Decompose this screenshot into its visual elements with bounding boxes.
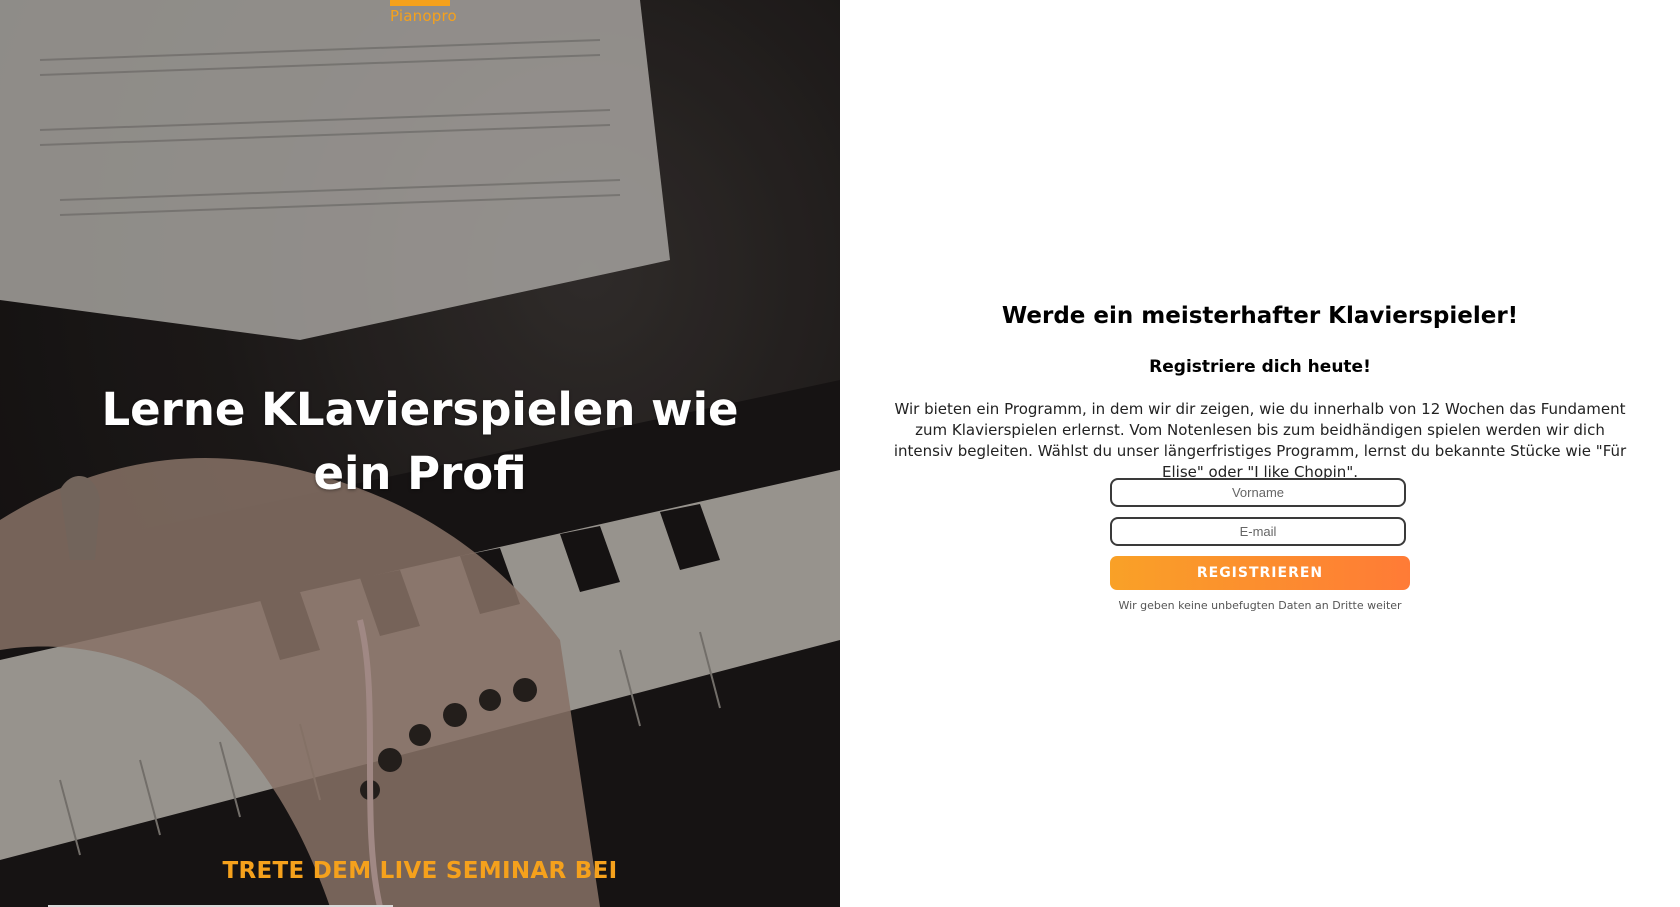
- register-button[interactable]: REGISTRIEREN: [1110, 556, 1410, 590]
- hero-panel: Pianopro Lerne KLavierspielen wie ein Pr…: [0, 0, 840, 907]
- firstname-input[interactable]: [1110, 478, 1406, 507]
- live-seminar-link[interactable]: TRETE DEM LIVE SEMINAR BEI: [0, 858, 840, 884]
- brand-logo[interactable]: Pianopro: [390, 7, 457, 25]
- program-description: Wir bieten ein Programm, in dem wir dir …: [893, 400, 1627, 481]
- hero-title: Lerne KLavierspielen wie ein Profi: [101, 383, 739, 500]
- privacy-note: Wir geben keine unbefugten Daten an Drit…: [1118, 599, 1402, 612]
- signup-subheading: Registriere dich heute!: [1149, 357, 1371, 377]
- email-input[interactable]: [1110, 517, 1406, 546]
- signup-panel: Werde ein meisterhafter Klavierspieler! …: [840, 0, 1680, 907]
- signup-heading: Werde ein meisterhafter Klavierspieler!: [1001, 303, 1519, 329]
- logo-bar: [390, 0, 450, 6]
